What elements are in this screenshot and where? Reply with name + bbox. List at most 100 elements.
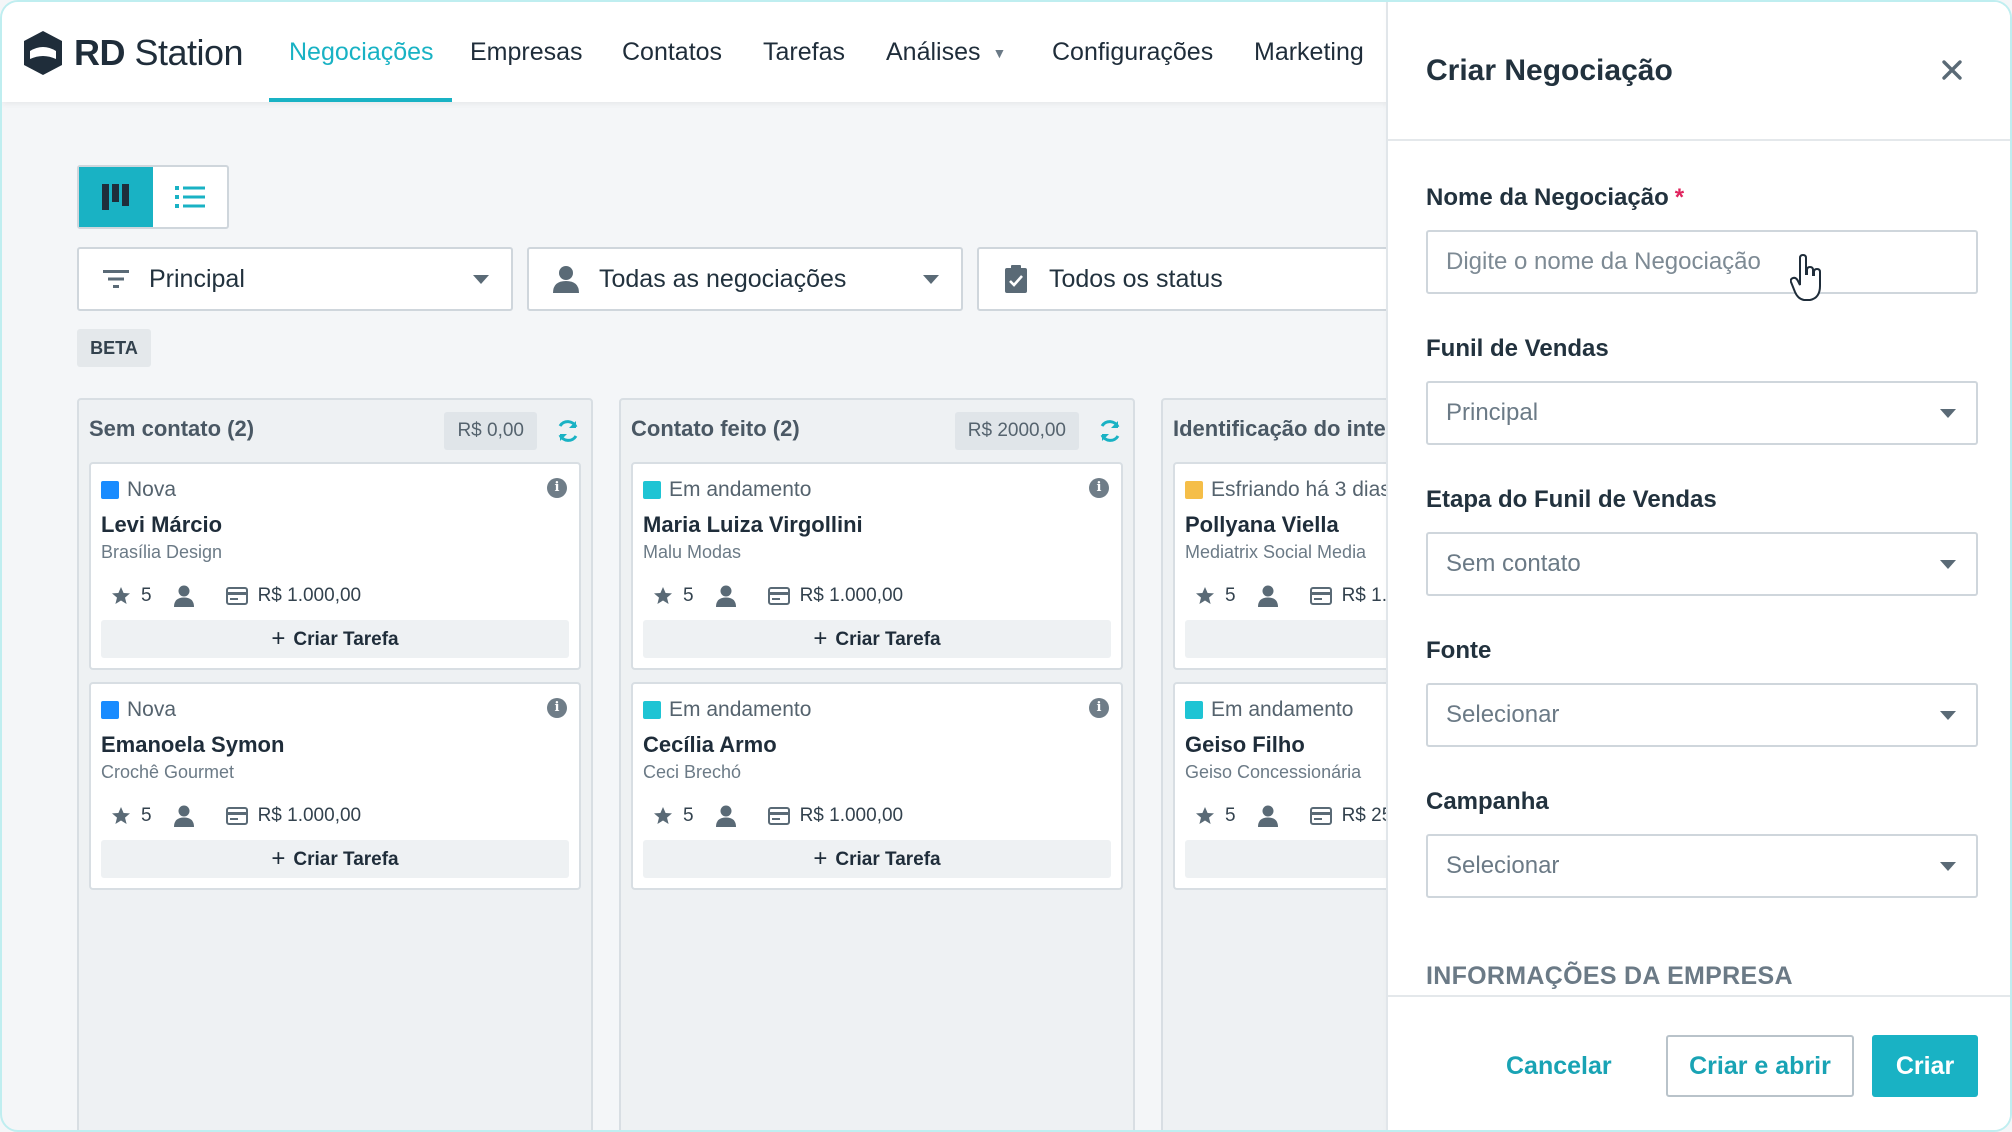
deal-rating: 5	[1195, 805, 1236, 827]
plus-icon: +	[813, 625, 828, 652]
deal-value-amount: R$ 1.000,00	[257, 585, 362, 606]
source-select[interactable]: Selecionar	[1426, 683, 1978, 747]
drawer-divider	[1388, 139, 2010, 141]
plus-icon: +	[271, 625, 286, 652]
logo-icon	[24, 31, 62, 75]
list-view-button[interactable]	[153, 167, 227, 227]
funnel-select-value: Principal	[1446, 399, 1539, 426]
deal-status-label: Em andamento	[669, 478, 812, 501]
deal-contact-name[interactable]: Geiso Filho	[1185, 732, 1305, 758]
info-icon[interactable]: i	[547, 698, 567, 718]
chevron-down-icon: ▼	[992, 45, 1007, 62]
star-icon	[1196, 587, 1214, 604]
create-task-button[interactable]: + Criar Tarefa	[101, 620, 569, 658]
funnel-filter-value: Principal	[149, 264, 245, 293]
list-icon	[175, 186, 205, 208]
kanban-column: Sem contato (2) R$ 0,00 Nova i Levi Márcio Br…	[77, 398, 593, 1130]
owner-filter-select[interactable]: Todas as negociações	[527, 247, 963, 311]
deal-contact-name[interactable]: Cecília Armo	[643, 732, 777, 758]
deal-rating: 5	[1195, 585, 1236, 607]
deal-value-amount: R$ 1.000,00	[799, 585, 904, 606]
create-button[interactable]: Criar	[1872, 1035, 1978, 1097]
create-and-open-button[interactable]: Criar e abrir	[1666, 1035, 1854, 1097]
star-icon	[112, 587, 130, 604]
hand-cursor-icon	[1790, 254, 1821, 301]
status-filter-select[interactable]: Todos os status	[977, 247, 1405, 311]
logo-text: RD Station	[74, 32, 244, 73]
column-header: Contato feito (2) R$ 2000,00	[631, 412, 1123, 452]
user-icon	[551, 264, 581, 294]
nav-negociacoes[interactable]: Negociações	[289, 2, 434, 102]
deal-status-label: Nova	[127, 698, 177, 721]
deal-status: Em andamento	[643, 478, 811, 502]
kanban-column: Contato feito (2) R$ 2000,00 Em andamento i…	[619, 398, 1135, 1130]
deal-contact-name[interactable]: Pollyana Viella	[1185, 512, 1339, 538]
info-icon[interactable]: i	[1089, 478, 1109, 498]
deal-company-name: Brasília Design	[101, 542, 223, 562]
kanban-view-button[interactable]	[79, 167, 153, 227]
nav-analises-label: Análises	[886, 38, 981, 66]
deal-contact-name[interactable]: Maria Luiza Virgollini	[643, 512, 863, 538]
deal-meta: 5 R$ 1.000,00	[653, 582, 925, 610]
deal-company-name: Mediatrix Social Media	[1185, 542, 1367, 562]
card-icon	[225, 807, 248, 825]
chevron-down-icon	[1940, 711, 1956, 720]
campaign-select[interactable]: Selecionar	[1426, 834, 1978, 898]
deal-card[interactable]: Em andamento i Maria Luiza Virgollini Malu …	[631, 462, 1123, 670]
deal-rating-value: 5	[141, 805, 152, 826]
refresh-icon[interactable]	[1097, 418, 1123, 444]
create-deal-drawer: Criar Negociação Nome da Negociação* Fun…	[1386, 2, 2010, 1130]
stage-select[interactable]: Sem contato	[1426, 532, 1978, 596]
deal-contact-name[interactable]: Levi Márcio	[101, 512, 222, 538]
brand-logo[interactable]: RD Station	[22, 28, 244, 78]
deal-rating-value: 5	[1225, 585, 1236, 606]
info-icon[interactable]: i	[1089, 698, 1109, 718]
nav-contatos[interactable]: Contatos	[622, 2, 722, 102]
create-task-button[interactable]: + Criar Tarefa	[643, 620, 1111, 658]
deal-name-field[interactable]	[1426, 230, 1978, 294]
status-dot	[643, 701, 661, 719]
nav-analises[interactable]: Análises ▼	[886, 2, 1006, 102]
create-task-button[interactable]: + Criar Tarefa	[101, 840, 569, 878]
deal-value: R$ 1.000,00	[225, 585, 362, 607]
deal-name-input[interactable]	[1446, 232, 1976, 292]
company-info-section-title: INFORMAÇÕES DA EMPRESA	[1426, 962, 1793, 990]
deal-status-label: Em andamento	[669, 698, 812, 721]
chevron-down-icon	[1940, 560, 1956, 569]
funnel-filter-select[interactable]: Principal	[77, 247, 513, 311]
deal-value: R$ 1.000,00	[225, 805, 361, 827]
star-icon	[654, 587, 672, 604]
column-title: Identificação do intere	[1173, 416, 1407, 441]
chevron-down-icon	[1940, 409, 1956, 418]
close-icon[interactable]	[1936, 54, 1968, 86]
deal-rating-value: 5	[683, 585, 694, 606]
deal-company-name: Ceci Brechó	[643, 762, 742, 782]
create-task-label: Criar Tarefa	[293, 629, 399, 650]
funnel-select[interactable]: Principal	[1426, 381, 1978, 445]
column-amount: R$ 2000,00	[954, 412, 1079, 450]
info-icon[interactable]: i	[547, 478, 567, 498]
refresh-icon[interactable]	[555, 418, 581, 444]
nav-empresas[interactable]: Empresas	[470, 2, 583, 102]
deal-card[interactable]: Nova i Emanoela Symon Crochê Gourmet 5 R$ 1.0…	[89, 682, 581, 890]
user-icon	[1257, 805, 1278, 827]
nav-configuracoes[interactable]: Configurações	[1052, 2, 1213, 102]
cancel-button[interactable]: Cancelar	[1506, 1035, 1612, 1097]
funnel-label: Funil de Vendas	[1426, 335, 1609, 362]
create-task-button[interactable]: + Criar Tarefa	[643, 840, 1111, 878]
chevron-down-icon	[473, 275, 489, 284]
card-icon	[1309, 587, 1332, 605]
deal-contact-name[interactable]: Emanoela Symon	[101, 732, 284, 758]
nav-marketing[interactable]: Marketing	[1254, 2, 1364, 102]
stage-select-value: Sem contato	[1446, 550, 1581, 577]
nav-tarefas[interactable]: Tarefas	[763, 2, 845, 102]
status-filter-value: Todos os status	[1049, 264, 1223, 293]
source-label: Fonte	[1426, 637, 1492, 664]
status-dot	[643, 481, 661, 499]
deal-card[interactable]: Nova i Levi Márcio Brasília Design 5 R$ 1.000…	[89, 462, 581, 670]
star-icon	[1196, 807, 1214, 824]
deal-company-name: Malu Modas	[643, 542, 742, 562]
deal-owner	[1257, 805, 1288, 827]
deal-card[interactable]: Em andamento i Cecília Armo Ceci Brechó 5 R$ …	[631, 682, 1123, 890]
deal-meta: 5 R$ 1.000,00	[111, 582, 383, 610]
